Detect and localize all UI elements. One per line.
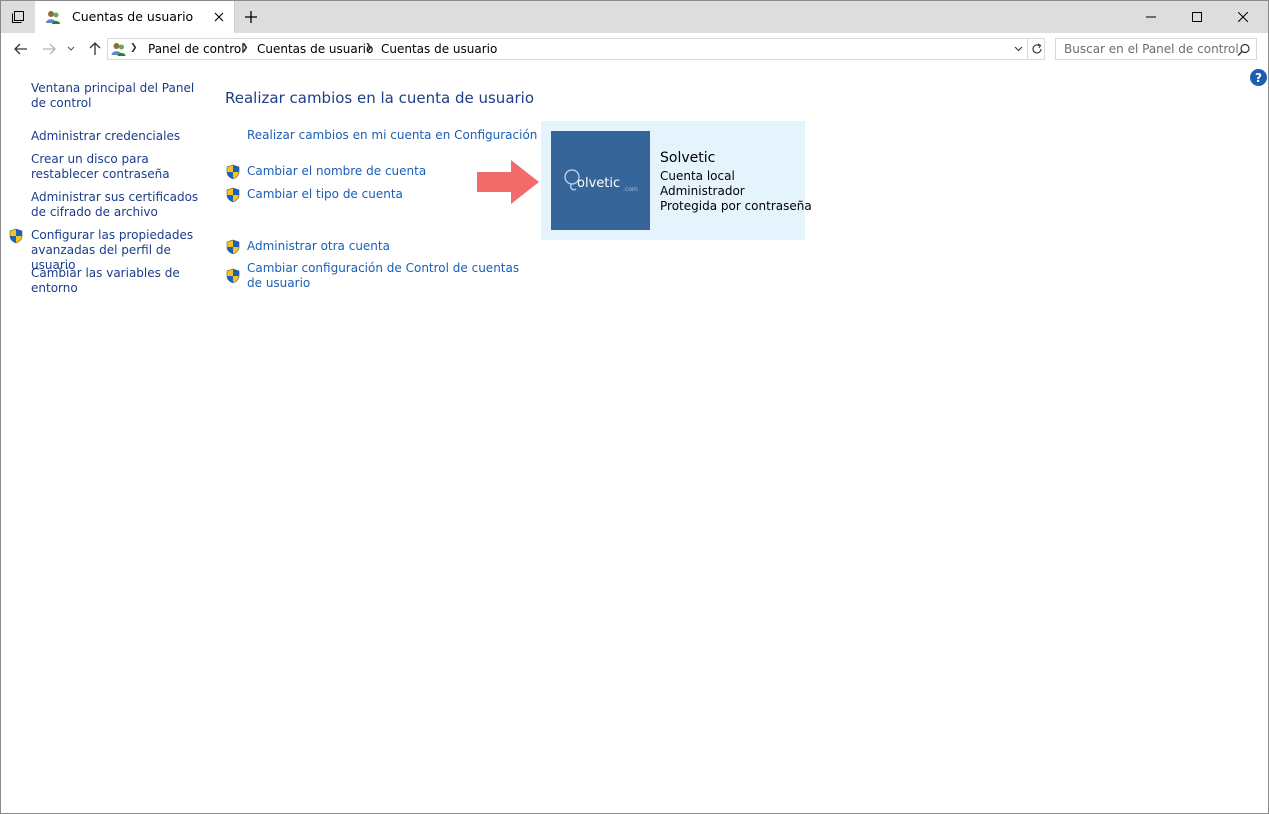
breadcrumb-separator[interactable]: ❯ — [365, 43, 373, 53]
link-manage-another-account[interactable]: Administrar otra cuenta — [247, 239, 390, 254]
up-button[interactable] — [85, 39, 105, 59]
pointer-arrow-icon — [477, 160, 539, 204]
breadcrumb-separator[interactable]: ❯ — [241, 43, 249, 53]
left-link-manage-credentials[interactable]: Administrar credenciales — [31, 129, 206, 144]
chevron-down-icon — [67, 46, 75, 51]
uac-shield-icon — [226, 239, 240, 255]
link-change-account-type[interactable]: Cambiar el tipo de cuenta — [247, 187, 403, 202]
minimize-button[interactable] — [1128, 1, 1174, 33]
avatar[interactable]: olvetic .com — [551, 131, 650, 230]
users-icon — [46, 11, 60, 24]
link-change-account-in-settings[interactable]: Realizar cambios en mi cuenta en Configu… — [247, 128, 537, 143]
account-protection: Protegida por contraseña — [660, 199, 812, 213]
minimize-icon — [1146, 16, 1156, 18]
chevron-down-icon — [1014, 46, 1022, 52]
recent-locations-button[interactable] — [64, 39, 78, 59]
uac-shield-icon — [226, 164, 240, 180]
tab-cuentas-de-usuario[interactable]: Cuentas de usuario — [35, 1, 235, 33]
search-input[interactable]: Buscar en el Panel de control — [1055, 38, 1257, 60]
page-title: Realizar cambios en la cuenta de usuario — [225, 89, 535, 107]
maximize-button[interactable] — [1174, 1, 1220, 33]
solvetic-logo-icon: olvetic .com — [564, 169, 638, 193]
refresh-button[interactable] — [1027, 39, 1045, 59]
uac-shield-icon — [226, 268, 240, 284]
left-link-password-reset-disk[interactable]: Crear un disco para restablecer contrase… — [31, 152, 206, 182]
tab-switcher-button[interactable] — [1, 1, 35, 33]
new-tab-button[interactable] — [239, 7, 263, 27]
left-link-encryption-certificates[interactable]: Administrar sus certificados de cifrado … — [31, 190, 206, 220]
uac-shield-icon — [226, 187, 240, 203]
breadcrumb-cuentas-de-usuario[interactable]: Cuentas de usuario — [257, 42, 373, 56]
plus-icon — [245, 11, 257, 23]
account-role: Administrador — [660, 184, 745, 198]
link-change-uac-settings[interactable]: Cambiar configuración de Control de cuen… — [247, 261, 527, 291]
tab-switcher-icon — [12, 11, 24, 23]
uac-shield-icon — [9, 228, 23, 244]
arrow-left-icon — [14, 43, 27, 55]
search-placeholder: Buscar en el Panel de control — [1064, 42, 1239, 56]
search-icon[interactable] — [1236, 42, 1252, 58]
title-bar: Cuentas de usuario — [1, 1, 1268, 33]
close-icon — [214, 12, 224, 22]
refresh-icon — [1032, 43, 1042, 54]
help-icon[interactable]: ? — [1250, 69, 1267, 86]
arrow-right-icon — [43, 43, 56, 55]
tab-title: Cuentas de usuario — [72, 9, 194, 24]
account-card[interactable]: olvetic .com Solvetic Cuenta local Admin… — [541, 121, 812, 240]
back-button[interactable] — [11, 39, 31, 59]
left-link-environment-variables[interactable]: Cambiar las variables de entorno — [31, 266, 206, 296]
maximize-icon — [1192, 12, 1202, 22]
breadcrumb-cuentas-de-usuario-current[interactable]: Cuentas de usuario — [381, 42, 497, 56]
arrow-up-icon — [89, 42, 101, 55]
logo-suffix: .com — [623, 186, 638, 193]
left-link-control-panel-home[interactable]: Ventana principal del Panel de control — [31, 81, 206, 111]
navigation-bar: ❯ Panel de control ❯ Cuentas de usuario … — [1, 33, 1268, 65]
window: Cuentas de usuario ❯ Panel de control ❯ … — [0, 0, 1269, 814]
address-bar[interactable]: ❯ Panel de control ❯ Cuentas de usuario … — [107, 38, 1045, 60]
close-icon — [1238, 12, 1248, 22]
close-window-button[interactable] — [1220, 1, 1266, 33]
forward-button[interactable] — [39, 39, 59, 59]
breadcrumb-panel-de-control[interactable]: Panel de control — [148, 42, 245, 56]
account-type: Cuenta local — [660, 169, 735, 183]
breadcrumb-separator[interactable]: ❯ — [130, 43, 138, 53]
address-dropdown-button[interactable] — [1009, 39, 1027, 59]
link-change-account-name[interactable]: Cambiar el nombre de cuenta — [247, 164, 426, 179]
logo-text: olvetic — [577, 176, 620, 191]
tab-close-button[interactable] — [211, 9, 227, 25]
users-icon — [111, 43, 126, 56]
account-name: Solvetic — [660, 150, 716, 166]
